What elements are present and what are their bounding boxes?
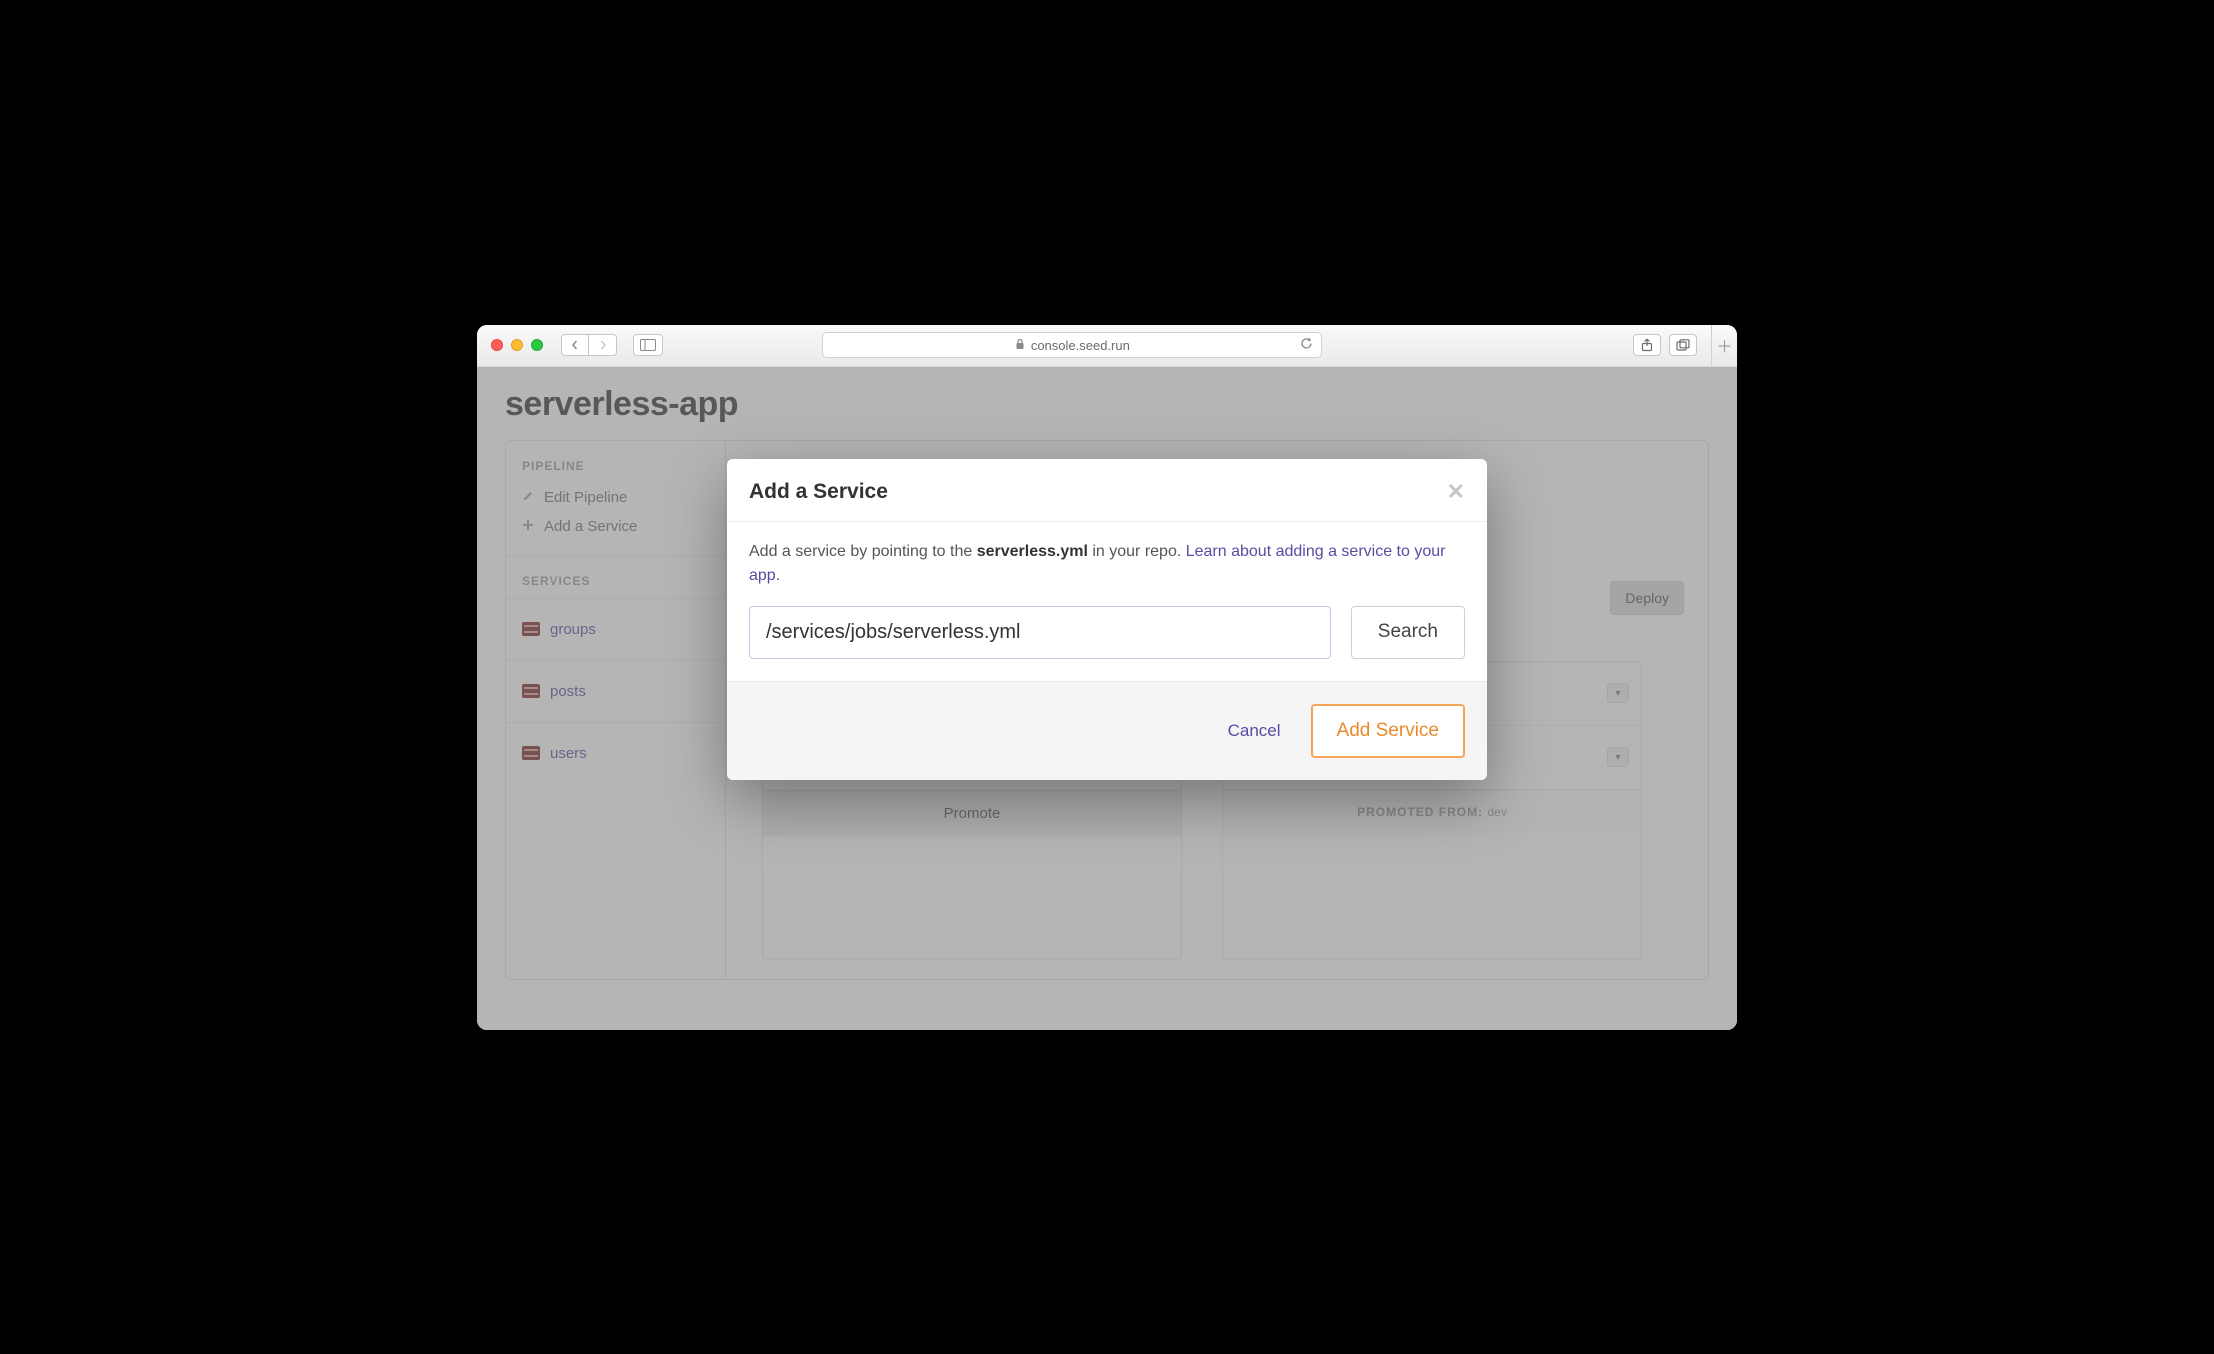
modal-body: Add a service by pointing to the serverl… xyxy=(727,522,1487,681)
reload-button[interactable] xyxy=(1300,337,1313,353)
lock-icon xyxy=(1015,338,1025,353)
service-path-input[interactable] xyxy=(749,606,1331,659)
new-tab-button[interactable]: ＋ xyxy=(1711,325,1737,367)
add-service-button[interactable]: Add Service xyxy=(1311,704,1465,758)
page: serverless-app PIPELINE Edit Pipeline Ad… xyxy=(477,367,1737,1030)
modal-footer: Cancel Add Service xyxy=(727,681,1487,780)
modal-backdrop[interactable]: Add a Service ✕ Add a service by pointin… xyxy=(477,367,1737,1030)
nav-buttons xyxy=(561,334,617,356)
cancel-button[interactable]: Cancel xyxy=(1228,721,1281,741)
minimize-window-button[interactable] xyxy=(511,339,523,351)
add-service-modal: Add a Service ✕ Add a service by pointin… xyxy=(727,459,1487,780)
modal-title: Add a Service xyxy=(749,480,888,504)
sidebar-toggle-button[interactable] xyxy=(633,334,663,356)
fullscreen-window-button[interactable] xyxy=(531,339,543,351)
browser-titlebar: console.seed.run ＋ xyxy=(477,325,1737,367)
traffic-lights xyxy=(491,339,543,351)
forward-button[interactable] xyxy=(589,334,617,356)
search-row: Search xyxy=(749,606,1465,659)
search-button[interactable]: Search xyxy=(1351,606,1465,659)
modal-desc-pre: Add a service by pointing to the xyxy=(749,543,977,560)
share-button[interactable] xyxy=(1633,334,1661,356)
modal-header: Add a Service ✕ xyxy=(727,459,1487,521)
close-icon[interactable]: ✕ xyxy=(1447,479,1465,505)
modal-description: Add a service by pointing to the serverl… xyxy=(749,540,1465,588)
modal-desc-bold: serverless.yml xyxy=(977,543,1088,560)
back-button[interactable] xyxy=(561,334,589,356)
close-window-button[interactable] xyxy=(491,339,503,351)
address-bar[interactable]: console.seed.run xyxy=(822,332,1322,358)
modal-desc-post: in your repo. xyxy=(1088,543,1186,560)
url-host: console.seed.run xyxy=(1031,338,1130,353)
browser-window: console.seed.run ＋ serverless-app PIPELI… xyxy=(477,325,1737,1030)
tabs-button[interactable] xyxy=(1669,334,1697,356)
toolbar-right: ＋ xyxy=(1633,325,1723,367)
